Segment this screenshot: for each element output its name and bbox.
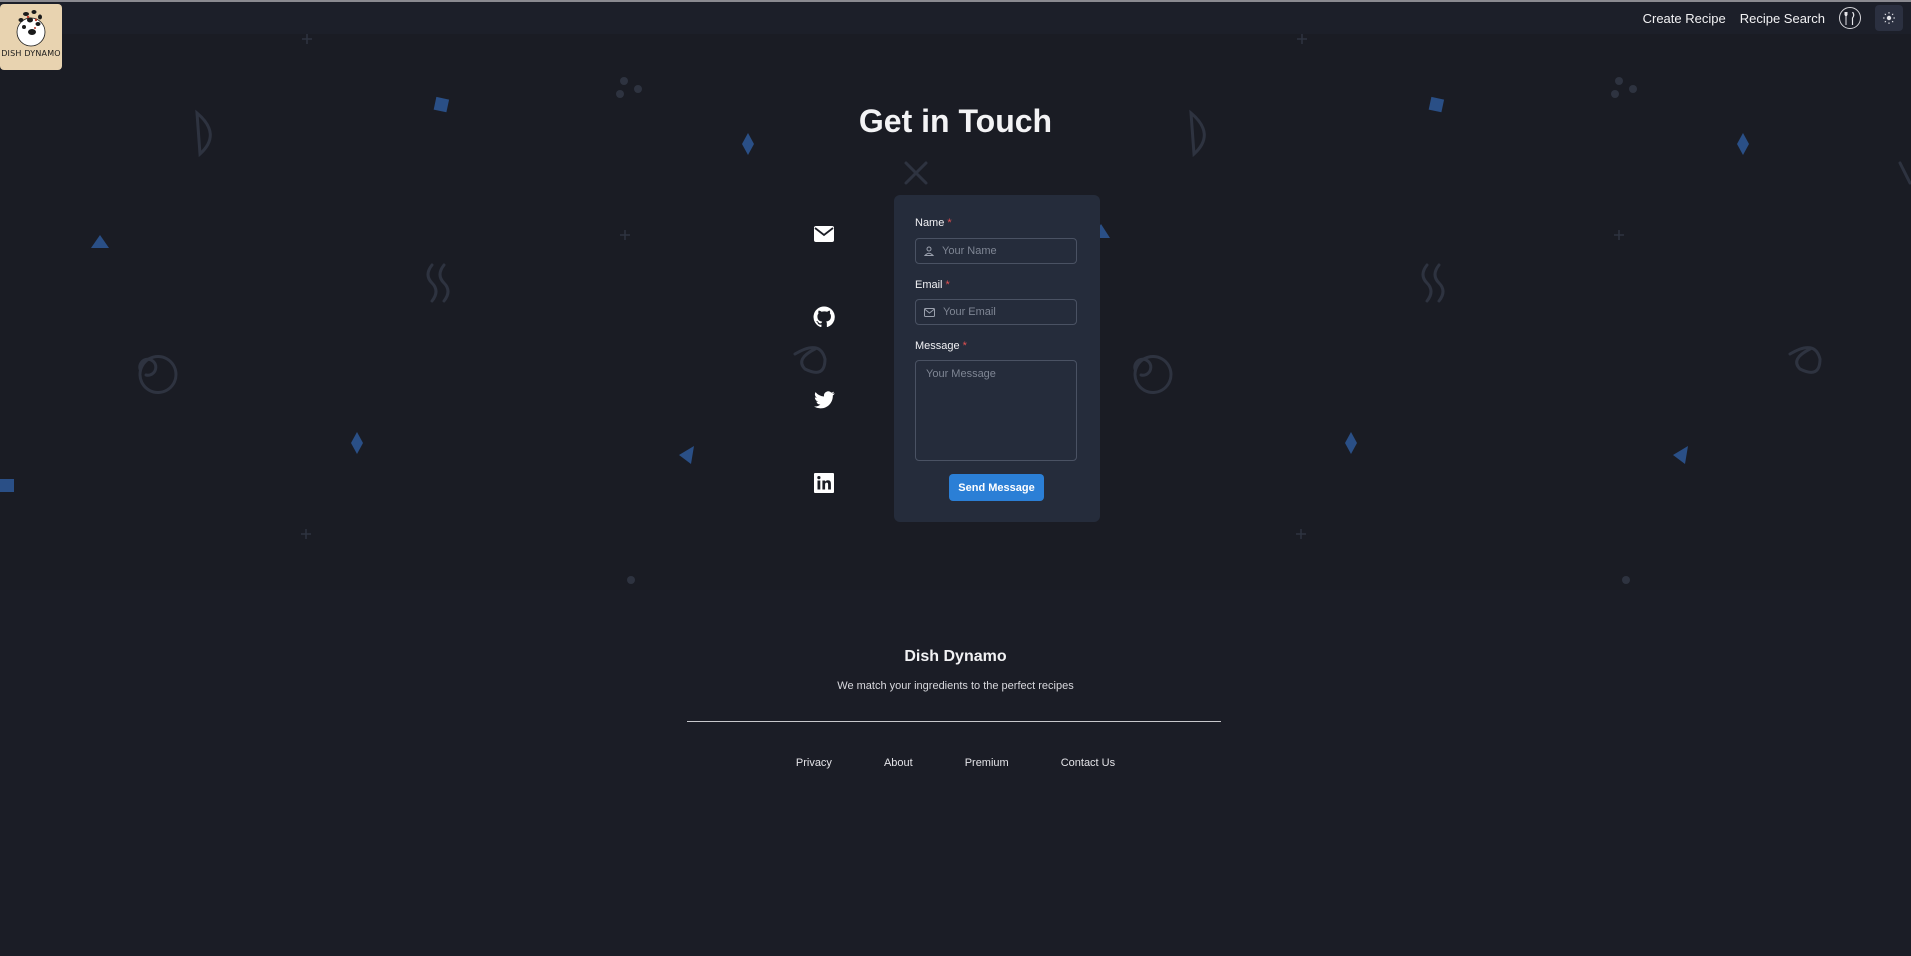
- linkedin-link[interactable]: [813, 472, 835, 494]
- footer: Dish Dynamo We match your ingredients to…: [0, 590, 1911, 956]
- page-title: Get in Touch: [858, 103, 1053, 139]
- footer-links: Privacy About Premium Contact Us: [0, 757, 1911, 769]
- logo-emblem-icon: [16, 10, 46, 47]
- send-message-button[interactable]: Send Message: [949, 474, 1044, 501]
- twitter-icon: [813, 391, 835, 409]
- nav-recipe-search[interactable]: Recipe Search: [1740, 11, 1825, 26]
- message-field[interactable]: Your Message: [915, 360, 1077, 461]
- email-placeholder: Your Email: [943, 306, 996, 318]
- dish-dynamo-logo[interactable]: DISH DYNAMO: [0, 4, 62, 70]
- github-link[interactable]: [813, 306, 835, 328]
- required-mark: *: [945, 279, 950, 291]
- footer-link-privacy[interactable]: Privacy: [796, 757, 832, 769]
- email-link[interactable]: [813, 223, 835, 245]
- utensils-icon: [1844, 11, 1855, 25]
- footer-title: Dish Dynamo: [904, 648, 1007, 665]
- linkedin-icon: [814, 473, 834, 493]
- footer-link-premium[interactable]: Premium: [965, 757, 1009, 769]
- mail-icon: [814, 226, 834, 242]
- github-icon: [813, 306, 835, 328]
- name-field[interactable]: Your Name: [915, 238, 1077, 264]
- footer-tagline: We match your ingredients to the perfect…: [837, 680, 1074, 692]
- name-placeholder: Your Name: [942, 245, 997, 257]
- logo-text: DISH DYNAMO: [1, 49, 61, 58]
- required-mark: *: [947, 217, 952, 229]
- footer-link-contact-us[interactable]: Contact Us: [1061, 757, 1115, 769]
- utensils-button[interactable]: [1839, 7, 1861, 29]
- envelope-icon: [924, 307, 935, 317]
- message-label: Message *: [915, 340, 967, 352]
- nav-links: Create Recipe Recipe Search: [1643, 2, 1911, 34]
- email-label: Email *: [915, 279, 950, 291]
- user-icon: [924, 246, 934, 256]
- contact-section: Get in Touch Name * Your Name Email * Yo…: [0, 34, 1911, 590]
- twitter-link[interactable]: [813, 389, 835, 411]
- required-mark: *: [962, 340, 967, 352]
- message-placeholder: Your Message: [926, 368, 996, 380]
- top-navbar: Create Recipe Recipe Search: [0, 2, 1911, 34]
- sun-icon: [1883, 12, 1895, 24]
- email-field[interactable]: Your Email: [915, 299, 1077, 325]
- nav-create-recipe[interactable]: Create Recipe: [1643, 11, 1726, 26]
- footer-divider: [687, 721, 1221, 722]
- contact-form: Name * Your Name Email * Your Email Messag…: [894, 195, 1100, 522]
- theme-toggle-button[interactable]: [1875, 5, 1903, 31]
- footer-link-about[interactable]: About: [884, 757, 913, 769]
- name-label: Name *: [915, 217, 952, 229]
